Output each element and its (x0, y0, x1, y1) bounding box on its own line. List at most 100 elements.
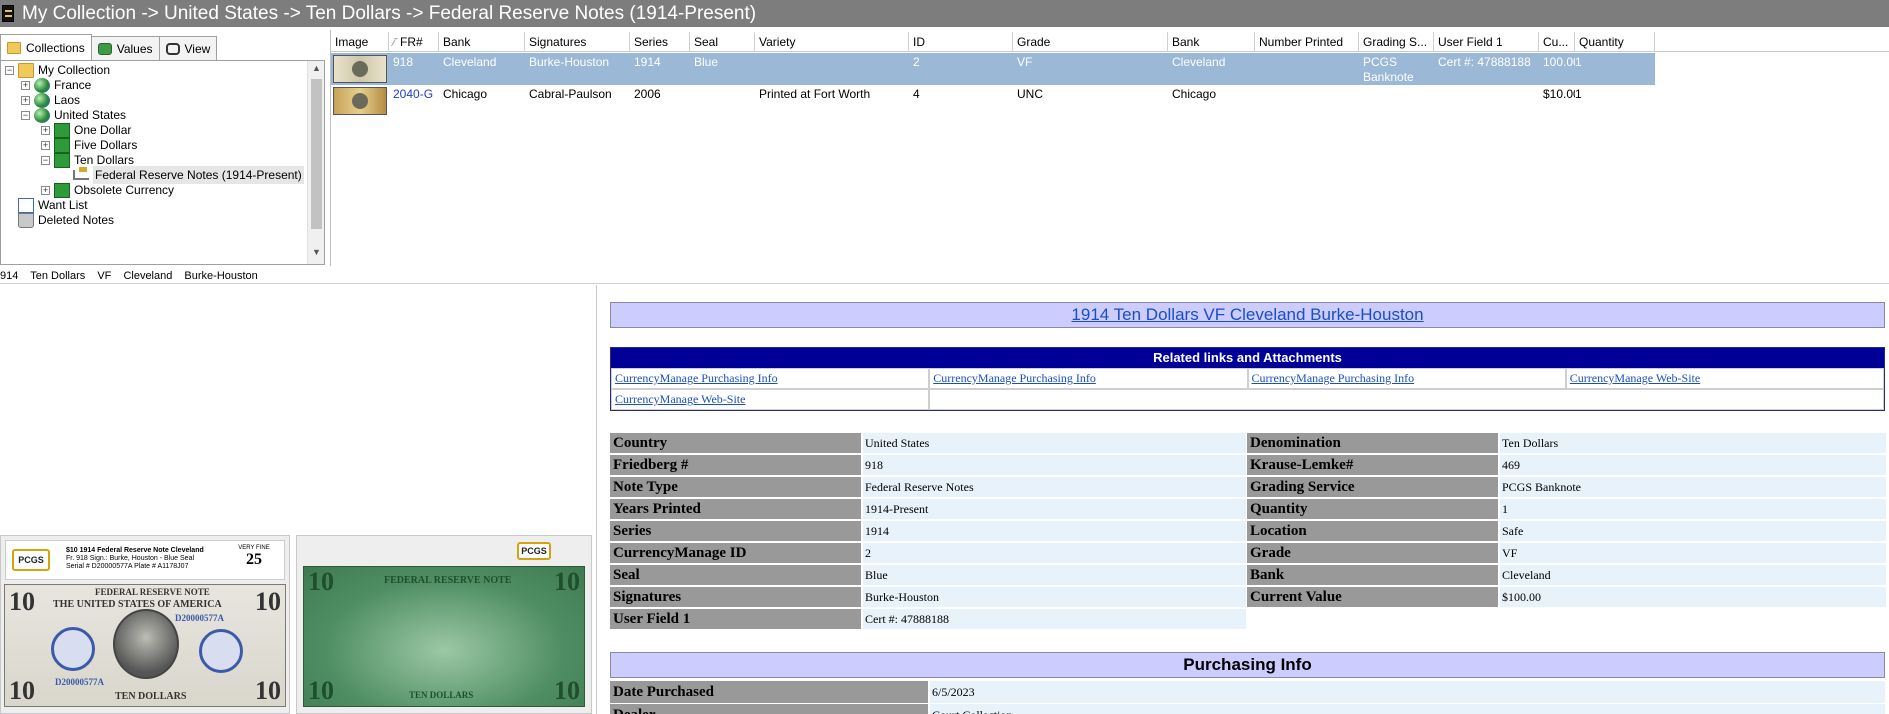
expand-icon[interactable]: + (41, 140, 50, 150)
col-header-grade[interactable]: Grade (1013, 32, 1168, 52)
cell-bank: Chicago (443, 87, 488, 101)
portrait (113, 609, 179, 679)
info-row: Note Type Federal Reserve Notes (610, 477, 1246, 498)
expand-icon[interactable]: + (41, 185, 50, 195)
back-denomination-text: TEN DOLLARS (409, 690, 474, 700)
col-header-image[interactable]: Image (331, 32, 389, 52)
note-type-icon (73, 167, 89, 180)
corner-number: 10 (308, 676, 334, 705)
info-row: Denomination Ten Dollars (1247, 433, 1886, 454)
cell-fr: 2040-G (393, 87, 434, 101)
slab-line-3: Serial # D20000577A Plate # A1178J07 (66, 563, 189, 570)
col-header-seal[interactable]: Seal (690, 32, 755, 52)
cell-id: 2 (913, 55, 920, 69)
cell-series: 1914 (634, 55, 661, 69)
corner-number: 10 (554, 567, 580, 596)
note-thumbnail[interactable] (333, 87, 387, 115)
scroll-down-icon[interactable]: ▼ (312, 247, 321, 259)
treasury-seal (199, 629, 243, 673)
cell-bank-2: Cleveland (1172, 55, 1226, 69)
serial-number: D20000577A (175, 613, 224, 623)
related-links-header: Related links and Attachments (611, 348, 1884, 368)
col-header-id[interactable]: ID (909, 32, 1013, 52)
note-detail-panel: 1914 Ten Dollars VF Cleveland Burke-Hous… (600, 285, 1889, 714)
col-header-quantity[interactable]: Quantity (1575, 32, 1655, 52)
info-row: CurrencyManage ID 2 (610, 543, 1246, 564)
info-row: Series 1914 (610, 521, 1246, 542)
cell-current-value: $10.00 (1543, 87, 1575, 101)
col-header-current[interactable]: Cu... (1539, 32, 1575, 52)
related-link[interactable]: CurrencyManage Web-Site (611, 389, 930, 410)
col-header-bank-2[interactable]: Bank (1168, 32, 1255, 52)
col-header-grading-service[interactable]: Grading S... (1359, 32, 1434, 52)
collapse-icon[interactable]: − (41, 155, 50, 165)
grid-header: Image ⁄‾ FR# Bank Signatures Series Seal… (331, 32, 1889, 52)
info-row: Current Value $100.00 (1247, 587, 1886, 608)
detail-title-link[interactable]: 1914 Ten Dollars VF Cleveland Burke-Hous… (610, 302, 1885, 328)
sort-icon: ⁄‾ (393, 38, 401, 48)
table-row[interactable]: 2040-G Chicago Cabral-Paulson 2006 Print… (331, 85, 1655, 117)
pcgs-logo: PCGS (517, 542, 551, 560)
district-seal (51, 627, 95, 671)
info-row: Seal Blue (610, 565, 1246, 586)
collapse-icon[interactable]: − (5, 65, 14, 75)
cell-user-field-1: Cert #: 47888188 (1438, 55, 1531, 69)
tab-values[interactable]: Values (90, 36, 160, 60)
collapse-icon[interactable]: − (21, 110, 30, 120)
scroll-thumb[interactable] (311, 79, 322, 229)
purchasing-row: Dealer Court Collection (610, 704, 1885, 714)
face-name-text: THE UNITED STATES OF AMERICA (53, 599, 222, 610)
corner-number: 10 (308, 567, 334, 596)
table-row[interactable]: 918 Cleveland Burke-Houston 1914 Blue 2 … (331, 53, 1655, 85)
col-header-number-printed[interactable]: Number Printed (1255, 32, 1359, 52)
grade-box: VERY FINE 25 (238, 545, 270, 568)
note-thumbnail[interactable] (333, 55, 387, 83)
col-header-variety[interactable]: Variety (755, 32, 909, 52)
col-header-user-field-1[interactable]: User Field 1 (1434, 32, 1539, 52)
info-row: Location Safe (1247, 521, 1886, 542)
window-title-bar: My Collection -> United States -> Ten Do… (0, 0, 1889, 27)
cell-grade: VF (1017, 55, 1033, 69)
slab-line-2: Fr. 918 Sign.: Burke, Houston - Blue Sea… (66, 555, 195, 562)
related-link[interactable]: CurrencyManage Web-Site (1565, 368, 1884, 389)
cell-quantity: 1 (1575, 55, 1582, 69)
related-link[interactable]: CurrencyManage Purchasing Info (1247, 368, 1566, 389)
selection-status-bar: 914 Ten Dollars VF Cleveland Burke-Houst… (0, 268, 1889, 284)
info-row: User Field 1 Cert #: 47888188 (610, 609, 1246, 630)
back-top-text: FEDERAL RESERVE NOTE (384, 575, 512, 586)
corner-number: 10 (9, 676, 35, 705)
note-back-image[interactable]: PCGS FEDERAL RESERVE NOTE 10 10 10 10 TE… (296, 535, 592, 714)
col-header-signatures[interactable]: Signatures (525, 32, 630, 52)
expand-icon[interactable]: + (21, 95, 30, 105)
collection-tree[interactable]: − My Collection + France + Laos − United… (0, 60, 325, 265)
window-title: My Collection -> United States -> Ten Do… (22, 3, 757, 24)
tree-item-deleted-notes[interactable]: Deleted Notes (18, 211, 114, 229)
cell-quantity: 1 (1575, 87, 1582, 101)
status-grade: VF (97, 270, 112, 282)
status-series: 914 (0, 270, 19, 282)
app-icon (2, 5, 14, 22)
expand-icon[interactable]: + (21, 80, 30, 90)
info-row: Years Printed 1914-Present (610, 499, 1246, 520)
scroll-up-icon[interactable]: ▲ (312, 63, 321, 75)
cell-bank: Cleveland (443, 55, 497, 69)
info-row: Grading Service PCGS Banknote (1247, 477, 1886, 498)
note-front-image[interactable]: PCGS $10 1914 Federal Reserve Note Cleve… (0, 535, 290, 714)
col-header-series[interactable]: Series (630, 32, 690, 52)
tab-collections[interactable]: Collections (0, 34, 92, 60)
tree-scrollbar[interactable]: ▲ ▼ (307, 61, 324, 264)
info-row: Krause-Lemke# 469 (1247, 455, 1886, 476)
empty-cell (929, 389, 1884, 410)
expand-icon[interactable]: + (41, 125, 50, 135)
purchasing-row: Date Purchased 6/5/2023 (610, 681, 1885, 703)
money-icon (97, 42, 112, 55)
col-header-bank[interactable]: Bank (439, 32, 525, 52)
tab-view[interactable]: View (158, 36, 218, 60)
related-link[interactable]: CurrencyManage Purchasing Info (611, 368, 930, 389)
cell-signatures: Burke-Houston (529, 55, 610, 69)
col-header-fr[interactable]: ⁄‾ FR# (389, 32, 439, 52)
serial-number: D20000577A (55, 677, 104, 687)
related-link[interactable]: CurrencyManage Purchasing Info (929, 368, 1248, 389)
notes-grid[interactable]: Image ⁄‾ FR# Bank Signatures Series Seal… (330, 30, 1889, 266)
status-bank: Cleveland (123, 270, 173, 282)
